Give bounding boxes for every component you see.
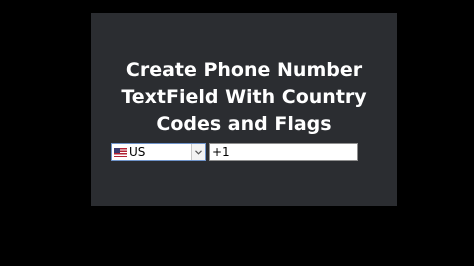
country-code-select[interactable]: US [111,143,206,161]
us-flag-icon [114,147,127,157]
video-frame: Create Phone Number TextField With Count… [0,0,474,266]
selected-country-label: US [129,145,146,159]
chevron-down-icon[interactable] [191,144,205,160]
page-title: Create Phone Number TextField With Count… [91,57,397,138]
phone-number-field: US [111,143,358,161]
content-panel: Create Phone Number TextField With Count… [91,13,397,206]
page-title-line-1: Create Phone Number [125,59,363,81]
page-title-line-3: Codes and Flags [156,113,332,135]
page-title-line-2: TextField With Country [121,86,367,108]
phone-number-input[interactable] [209,143,358,161]
